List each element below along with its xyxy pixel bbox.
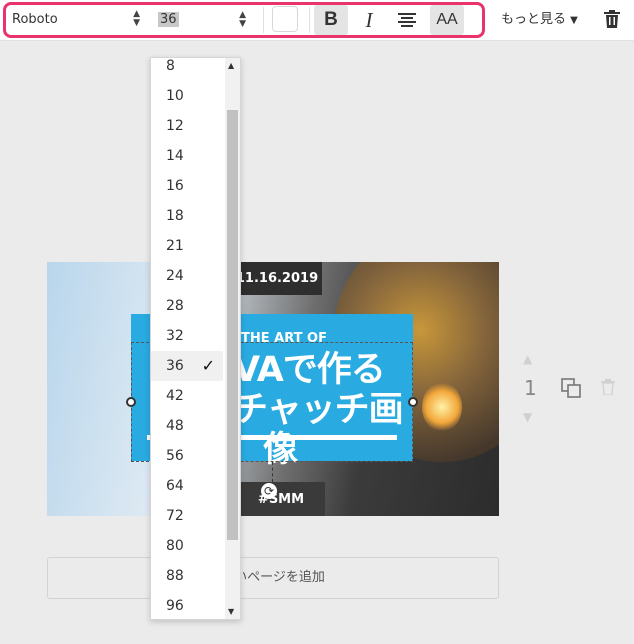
font-size-option-label: 36 — [166, 358, 184, 374]
font-size-option[interactable]: 72 — [151, 501, 223, 531]
delete-page-icon[interactable] — [601, 379, 615, 395]
add-page-button[interactable]: しいページを追加 — [47, 557, 499, 599]
delete-icon[interactable] — [604, 10, 620, 28]
bold-button[interactable]: B — [314, 5, 348, 35]
font-size-value: 36 — [158, 12, 179, 27]
font-size-dropdown[interactable]: 8 10 12 14 16 18 21 24 28 32 36 ✓ 42 48 56 64 72 80 88 96 ▲… — [150, 57, 241, 620]
font-size-option[interactable]: 32 — [151, 321, 223, 351]
italic-button[interactable]: I — [352, 5, 386, 35]
font-size-option[interactable]: 88 — [151, 561, 223, 591]
scroll-down-icon[interactable]: ▼ — [228, 607, 234, 616]
move-page-down-icon[interactable]: ▼ — [523, 410, 532, 424]
align-center-icon — [398, 13, 416, 27]
dropdown-scrollbar[interactable]: ▲ ▼ — [225, 58, 240, 619]
font-size-select[interactable]: 36 ▲ ▼ — [158, 8, 250, 32]
font-size-option[interactable]: 18 — [151, 201, 223, 231]
font-size-option[interactable]: 36 ✓ — [151, 351, 223, 381]
font-size-option[interactable]: 10 — [151, 81, 223, 111]
uppercase-button[interactable]: AA — [430, 5, 464, 35]
font-size-option[interactable]: 42 — [151, 381, 223, 411]
more-menu-button[interactable]: もっと見る ▼ — [501, 10, 578, 31]
updown-arrows-icon: ▲ ▼ — [239, 10, 246, 29]
font-size-option[interactable]: 96 — [151, 591, 223, 619]
scrollbar-thumb[interactable] — [227, 110, 238, 540]
font-size-options: 8 10 12 14 16 18 21 24 28 32 36 ✓ 42 48 56 64 72 80 88 96 — [151, 58, 223, 619]
text-color-swatch[interactable] — [272, 6, 298, 32]
rotate-icon[interactable]: ⟳ — [261, 483, 277, 499]
design-page[interactable]: 11.16.2019 THE ART OF VAで作る チャッチ画 像 #SMM… — [47, 262, 499, 516]
more-label: もっと見る — [501, 12, 567, 27]
font-family-value: Roboto — [12, 12, 58, 27]
font-size-option[interactable]: 12 — [151, 111, 223, 141]
align-center-button[interactable] — [390, 5, 424, 35]
font-size-option[interactable]: 16 — [151, 171, 223, 201]
caret-down-icon: ▼ — [570, 15, 578, 26]
font-size-option[interactable]: 64 — [151, 471, 223, 501]
font-size-option[interactable]: 28 — [151, 291, 223, 321]
font-size-option[interactable]: 8 — [151, 58, 223, 81]
font-size-option[interactable]: 80 — [151, 531, 223, 561]
font-size-option[interactable]: 14 — [151, 141, 223, 171]
page-number: 1 — [524, 376, 537, 400]
text-toolbar: Roboto ▲ ▼ 36 ▲ ▼ B I AA もっと見る ▼ — [0, 0, 634, 41]
font-size-option[interactable]: 48 — [151, 411, 223, 441]
toolbar-divider — [263, 7, 264, 33]
font-size-option[interactable]: 56 — [151, 441, 223, 471]
resize-handle-left[interactable] — [126, 397, 136, 407]
date-badge[interactable]: 11.16.2019 — [232, 262, 322, 295]
font-family-select[interactable]: Roboto ▲ ▼ — [12, 10, 142, 30]
move-page-up-icon[interactable]: ▲ — [523, 352, 532, 366]
scroll-up-icon[interactable]: ▲ — [228, 61, 234, 70]
checkmark-icon: ✓ — [201, 356, 215, 375]
resize-handle-right[interactable] — [408, 397, 418, 407]
rotate-connector — [272, 462, 274, 482]
toolbar-divider — [309, 7, 310, 33]
duplicate-page-icon[interactable] — [561, 378, 581, 398]
hashtag-badge[interactable]: #SMM — [237, 482, 325, 516]
font-size-option[interactable]: 21 — [151, 231, 223, 261]
updown-arrows-icon: ▲ ▼ — [133, 9, 140, 28]
font-size-option[interactable]: 24 — [151, 261, 223, 291]
